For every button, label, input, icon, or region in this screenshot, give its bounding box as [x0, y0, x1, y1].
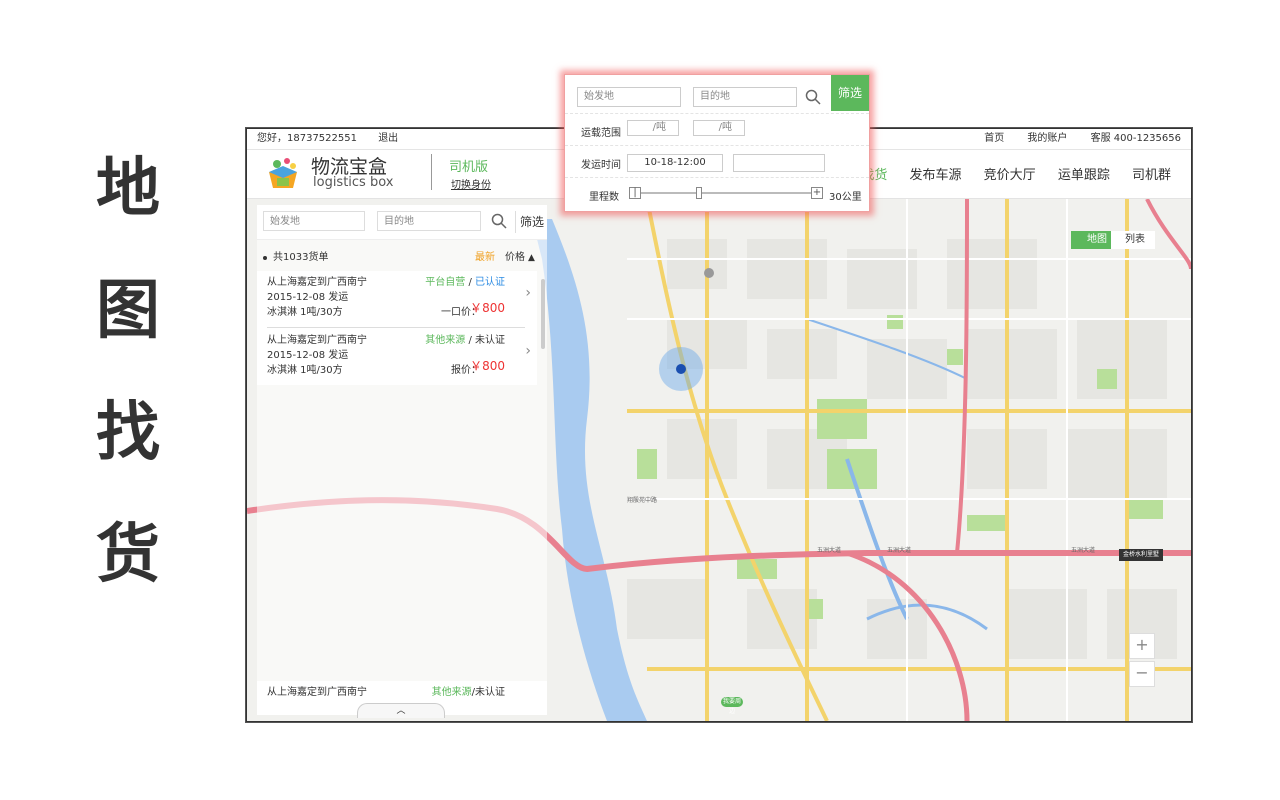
map-label: 五洲大道	[817, 547, 842, 554]
price-value: ￥800	[470, 301, 505, 315]
main-nav: 需找货 发布车源 竞价大厅 运单跟踪 司机群	[830, 164, 1171, 183]
nav-waybill-tracking[interactable]: 运单跟踪	[1058, 168, 1110, 183]
cargo-date: 2015-12-08 发运	[267, 292, 349, 303]
bullet-icon	[263, 256, 267, 260]
version-label: 司机版	[449, 160, 489, 175]
side-title-char: 地	[96, 152, 160, 226]
weight-from-input[interactable]: /吨	[627, 120, 679, 136]
map-list-toggle: 地图 列表	[1071, 231, 1155, 249]
origin-input[interactable]: 始发地	[263, 211, 365, 231]
nav-driver-group[interactable]: 司机群	[1132, 168, 1171, 183]
logo-box-icon	[269, 158, 297, 188]
slider-plus-button[interactable]: +	[811, 187, 823, 199]
side-title-char: 找	[96, 396, 160, 470]
side-title-char: 货	[96, 518, 160, 592]
list-scrollbar[interactable]	[541, 279, 545, 349]
popup-destination-input[interactable]: 目的地	[693, 87, 797, 107]
zoom-out-button[interactable]: −	[1129, 661, 1155, 687]
cargo-date: 2015-12-08 发运	[267, 350, 349, 361]
cargo-count: 共1033货单	[273, 252, 329, 263]
map-label: 五洲大道	[1071, 547, 1096, 554]
cargo-panel: 始发地 目的地 筛选 共1033货单 最新 价格 ▲ 从上海嘉定到广西南宁 20…	[257, 205, 547, 718]
cargo-route: 从上海嘉定到广西南宁	[267, 687, 367, 698]
map-label: 五洲大道	[887, 547, 912, 554]
cargo-route: 从上海嘉定到广西南宁	[267, 277, 367, 288]
poi-icon	[704, 268, 714, 278]
slider-min-button[interactable]: |	[629, 187, 641, 199]
filter-button[interactable]: 筛选	[515, 211, 548, 233]
expand-handle-icon[interactable]: ︿	[357, 703, 445, 718]
slider-track	[633, 192, 819, 194]
popup-origin-input[interactable]: 始发地	[577, 87, 681, 107]
distance-label: 里程数	[589, 192, 619, 203]
cargo-item[interactable]: 从上海嘉定到广西南宁 2015-12-08 发运 冰淇淋 1吨/30方 平台自营…	[257, 271, 537, 328]
cargo-list: 从上海嘉定到广西南宁 2015-12-08 发运 冰淇淋 1吨/30方 平台自营…	[257, 271, 537, 385]
logo-subtitle: logistics box	[313, 175, 394, 190]
panel-search-bar: 始发地 目的地 筛选	[257, 205, 547, 240]
zoom-in-button[interactable]: +	[1129, 633, 1155, 659]
location-pin-icon[interactable]	[676, 364, 686, 374]
cargo-item[interactable]: 从上海嘉定到广西南宁 其他来源/未认证 ︿	[257, 681, 547, 718]
sort-arrow-icon[interactable]: ▲	[528, 247, 535, 269]
side-title: 地 图 找 货	[88, 128, 168, 616]
destination-input[interactable]: 目的地	[377, 211, 481, 231]
account-link[interactable]: 我的账户	[1027, 133, 1067, 144]
map-controls: 我要周边	[721, 693, 807, 715]
side-title-char: 图	[96, 274, 160, 348]
nav-publish-vehicle[interactable]: 发布车源	[910, 168, 962, 183]
logo-divider	[431, 154, 432, 190]
sort-newest[interactable]: 最新	[475, 247, 495, 269]
map-view-button[interactable]: 地图	[1071, 231, 1111, 249]
popup-filter-button[interactable]: 筛选	[831, 75, 869, 111]
nearby-button[interactable]: 我要周边	[721, 697, 743, 715]
cargo-source: 其他来源/未认证	[431, 687, 505, 698]
list-summary: 共1033货单 最新 价格 ▲	[257, 247, 547, 269]
greeting-text: 您好，18737522551	[257, 133, 357, 144]
cargo-goods: 冰淇淋 1吨/30方	[267, 307, 343, 318]
slider-knob[interactable]	[696, 187, 703, 199]
chevron-right-icon[interactable]: ›	[525, 343, 531, 359]
sort-price[interactable]: 价格	[505, 247, 525, 269]
time-label: 发运时间	[581, 160, 621, 171]
switch-identity-link[interactable]: 切换身份	[451, 176, 491, 191]
logout-link[interactable]: 退出	[378, 133, 398, 144]
map-label: 翔殷苑中路	[627, 497, 658, 504]
cargo-source: 其他来源 / 未认证	[425, 335, 505, 346]
distance-value: 30公里	[829, 192, 862, 203]
weight-label: 运载范围	[581, 128, 621, 139]
weight-to-input[interactable]: /吨	[693, 120, 745, 136]
search-icon[interactable]	[805, 89, 821, 105]
time-row: 发运时间 10-18-12:00	[565, 145, 869, 178]
cargo-goods: 冰淇淋 1吨/30方	[267, 365, 343, 376]
price-value: ￥800	[470, 359, 505, 373]
map-place-tag: 金桥水利里墅	[1118, 549, 1163, 561]
divider	[267, 327, 525, 328]
service-phone: 客服 400-1235656	[1090, 133, 1181, 144]
filter-popup: 始发地 目的地 筛选 运载范围 /吨 /吨 发运时间 10-18-12:00 里…	[564, 74, 870, 212]
weight-row: 运载范围 /吨 /吨	[565, 113, 869, 146]
chevron-right-icon[interactable]: ›	[525, 285, 531, 301]
distance-slider[interactable]: | +	[629, 187, 823, 199]
list-view-button[interactable]: 列表	[1111, 231, 1155, 249]
cargo-route: 从上海嘉定到广西南宁	[267, 335, 367, 346]
home-link[interactable]: 首页	[984, 133, 1004, 144]
nav-bidding-hall[interactable]: 竞价大厅	[984, 168, 1036, 183]
time-to-input[interactable]	[733, 154, 825, 172]
cargo-source: 平台自营 / 已认证	[425, 277, 505, 288]
cargo-item[interactable]: 从上海嘉定到广西南宁 2015-12-08 发运 冰淇淋 1吨/30方 其他来源…	[257, 329, 537, 385]
app-window: 您好，18737522551 退出 首页 我的账户 客服 400-1235656…	[246, 128, 1192, 722]
time-from-input[interactable]: 10-18-12:00	[627, 154, 723, 172]
search-icon[interactable]	[491, 213, 507, 229]
